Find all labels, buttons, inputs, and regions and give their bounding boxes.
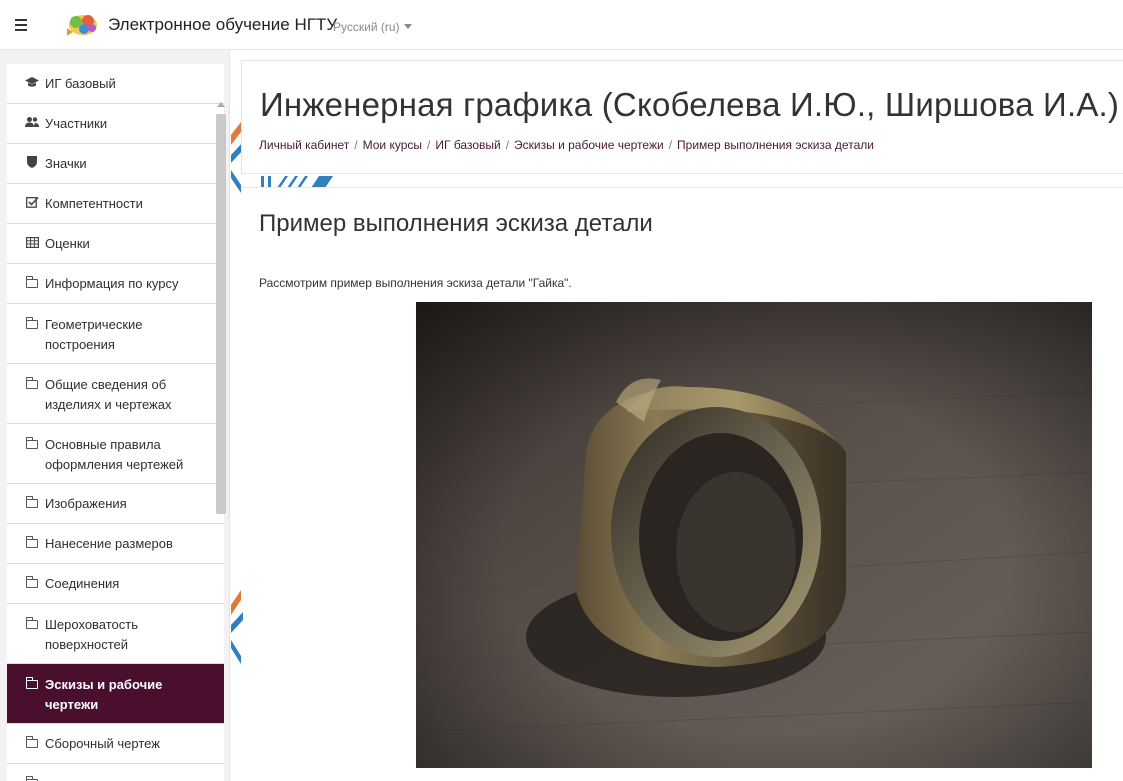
drawer-item-label: Эскизы и рабочие чертежи [45,677,163,712]
breadcrumb-dashboard[interactable]: Личный кабинет [259,138,349,152]
drawer-item-geometric-constructions[interactable]: Геометрические построения [7,304,224,364]
drawer-item-badges[interactable]: Значки [7,144,224,184]
caret-down-icon [403,24,412,29]
language-label: Русский (ru) [333,20,400,34]
breadcrumb-separator: / [427,138,431,152]
folder-icon [25,375,39,395]
drawer-item-label: Основные правила оформления чертежей [45,437,184,472]
page-title: Инженерная графика (Скобелева И.Ю., Ширш… [260,86,1120,123]
drawer-item-participants[interactable]: Участники [7,104,224,144]
drawer-item-competencies[interactable]: Компетентности [7,184,224,224]
drawer-item-label: ИГ базовый [45,76,116,91]
drawer-item-label: Оценки [45,236,90,251]
drawer-item-course[interactable]: ИГ базовый [7,64,224,104]
breadcrumb-section[interactable]: Эскизы и рабочие чертежи [514,138,664,152]
table-icon [25,236,39,251]
breadcrumb-separator: / [668,138,673,152]
header-banner-stripe [261,176,411,188]
breadcrumb-current-page[interactable]: Пример выполнения эскиза детали [677,138,874,152]
site-name[interactable]: Электронное обучение НГТУ [108,15,337,35]
drawer-item-label: Геометрические построения [45,317,143,352]
breadcrumb: Личный кабинет / Мои курсы / ИГ базовый / Эски… [259,138,874,152]
language-selector[interactable]: Русский (ru) [333,20,412,34]
drawer-item-label: Информация по курсу [45,276,179,291]
nut-photo [416,302,1092,768]
drawer-item-sketches[interactable]: Эскизы и рабочие чертежи [7,664,224,724]
drawer-item-surface-roughness[interactable]: Шероховатость поверхностей [7,604,224,664]
drawer-item-label: Участники [45,116,108,131]
drawer-item-assembly-drawing[interactable]: Сборочный чертеж [7,724,224,764]
drawer-item-grades[interactable]: Оценки [7,224,224,264]
drawer-item-label: Общие сведения об изделиях и чертежах [45,377,172,412]
drawer-item-images[interactable]: Изображения [7,484,224,524]
users-icon [25,116,39,131]
drawer-item-next-partial[interactable] [7,764,224,781]
scroll-up-arrow-icon[interactable] [217,102,225,107]
drawer-item-joints[interactable]: Соединения [7,564,224,604]
page-header: Инженерная графика (Скобелева И.Ю., Ширш… [241,60,1123,174]
folder-icon [25,495,39,511]
drawer-scrollbar[interactable] [216,114,226,514]
folder-icon [25,435,39,455]
intro-text: Рассмотрим пример выполнения эскиза дета… [259,276,572,290]
folder-icon [25,675,39,695]
top-navbar: Электронное обучение НГТУ Русский (ru) [0,0,1123,50]
site-logo[interactable] [63,10,103,38]
drawer-item-dimensioning[interactable]: Нанесение размеров [7,524,224,564]
folder-icon [25,615,39,635]
breadcrumb-course[interactable]: ИГ базовый [435,138,500,152]
folder-icon [25,535,39,551]
drawer-item-label: Изображения [45,496,127,511]
checkbox-icon [25,196,39,211]
drawer-item-label: Сборочный чертеж [45,736,160,751]
breadcrumb-my-courses[interactable]: Мои курсы [363,138,422,152]
drawer-item-label: Значки [45,156,87,171]
shield-icon [25,156,39,171]
folder-icon [25,275,39,291]
folder-icon [25,315,39,335]
graduation-cap-icon [25,76,39,91]
menu-toggle-icon[interactable] [9,16,33,38]
folder-icon [25,775,39,781]
drawer-item-general-info[interactable]: Общие сведения об изделиях и чертежах [7,364,224,424]
nav-drawer: ИГ базовый Участники Значки Компетентнос… [0,50,230,781]
drawer-list: ИГ базовый Участники Значки Компетентнос… [7,64,224,781]
content-divider [241,187,1123,188]
breadcrumb-separator: / [354,138,358,152]
drawer-item-course-info[interactable]: Информация по курсу [7,264,224,304]
drawer-item-label: Шероховатость поверхностей [45,617,139,652]
folder-icon [25,735,39,751]
drawer-item-label: Компетентности [45,196,143,211]
folder-icon [25,575,39,591]
section-title: Пример выполнения эскиза детали [259,210,653,237]
drawer-item-drawing-rules[interactable]: Основные правила оформления чертежей [7,424,224,484]
breadcrumb-separator: / [505,138,510,152]
drawer-item-label: Соединения [45,576,120,591]
drawer-item-label: Нанесение размеров [45,536,173,551]
